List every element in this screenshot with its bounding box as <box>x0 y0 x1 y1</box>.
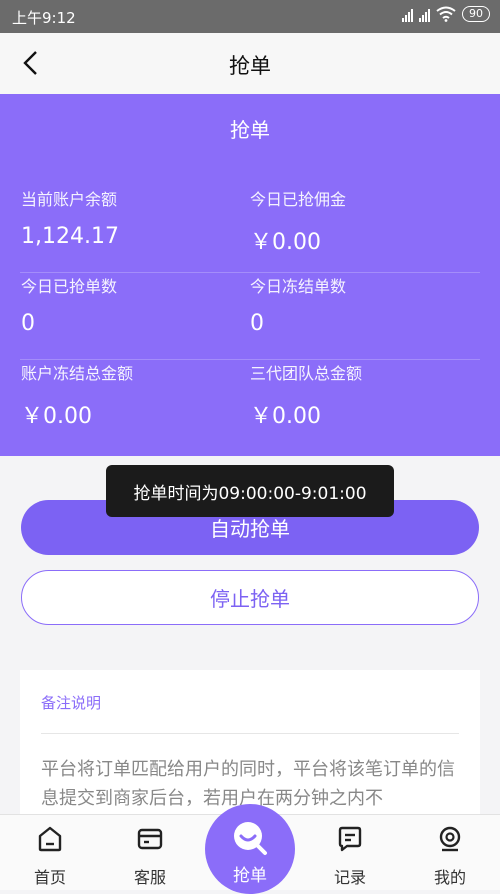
stats-row: 当前账户余额 1,124.17 今日已抢佣金 ￥0.00 <box>0 186 500 273</box>
stat-value: 0 <box>250 311 264 336</box>
service-icon <box>137 828 163 850</box>
panel-title: 抢单 <box>230 118 270 142</box>
stat-frozen-amount: 账户冻结总金额 ￥0.00 <box>21 360 133 430</box>
stat-value: 1,124.17 <box>21 224 119 249</box>
tab-records[interactable]: 记录 <box>300 815 400 890</box>
status-bar: 上午9:12 90 <box>0 0 500 33</box>
stat-orders-today: 今日已抢单数 0 <box>21 273 117 336</box>
stat-label: 账户冻结总金额 <box>21 364 134 383</box>
stat-label: 今日已抢单数 <box>21 277 118 296</box>
tab-label: 记录 <box>333 868 366 887</box>
home-icon <box>38 826 62 852</box>
records-icon <box>338 826 362 852</box>
notes-title: 备注说明 <box>41 694 102 712</box>
profile-icon <box>439 826 461 852</box>
tab-service[interactable]: 客服 <box>100 815 200 890</box>
tab-label: 抢单 <box>233 866 267 886</box>
status-time: 上午9:12 <box>12 9 76 27</box>
stat-label: 今日冻结单数 <box>250 277 347 296</box>
tab-home[interactable]: 首页 <box>0 815 100 890</box>
wifi-icon <box>436 6 456 22</box>
stats-row: 账户冻结总金额 ￥0.00 三代团队总金额 ￥0.00 <box>0 360 500 447</box>
divider <box>41 733 459 734</box>
grab-order-icon <box>234 822 267 855</box>
tab-label: 我的 <box>433 868 466 887</box>
stat-value: ￥0.00 <box>250 404 321 429</box>
stat-label: 当前账户余额 <box>21 190 118 209</box>
status-icons: 90 <box>402 6 490 22</box>
tab-label: 首页 <box>33 868 66 887</box>
signal-hd-icon <box>419 6 430 22</box>
stat-balance: 当前账户余额 1,124.17 <box>21 186 119 249</box>
stat-team-amount: 三代团队总金额 ￥0.00 <box>250 360 362 430</box>
stat-value: 0 <box>21 311 35 336</box>
stat-value: ￥0.00 <box>250 230 321 255</box>
nav-bar: 抢单 <box>0 33 500 94</box>
stat-value: ￥0.00 <box>21 404 92 429</box>
page-title: 抢单 <box>229 54 271 78</box>
battery-icon: 90 <box>462 6 490 22</box>
stop-grab-button[interactable]: 停止抢单 <box>21 570 479 625</box>
stat-label: 今日已抢佣金 <box>250 190 347 209</box>
tab-grab-order[interactable]: 抢单 <box>205 804 295 894</box>
stat-commission: 今日已抢佣金 ￥0.00 <box>250 186 346 256</box>
stat-frozen-orders: 今日冻结单数 0 <box>250 273 346 336</box>
toast-message: 抢单时间为09:00:00-9:01:00 <box>106 465 394 517</box>
signal-icon <box>402 6 413 22</box>
tab-profile[interactable]: 我的 <box>400 815 500 890</box>
stats-row: 今日已抢单数 0 今日冻结单数 0 <box>0 273 500 360</box>
tab-label: 客服 <box>133 868 166 887</box>
stats-panel: 抢单 当前账户余额 1,124.17 今日已抢佣金 ￥0.00 今日已抢单数 0… <box>0 94 500 456</box>
stat-label: 三代团队总金额 <box>250 364 363 383</box>
